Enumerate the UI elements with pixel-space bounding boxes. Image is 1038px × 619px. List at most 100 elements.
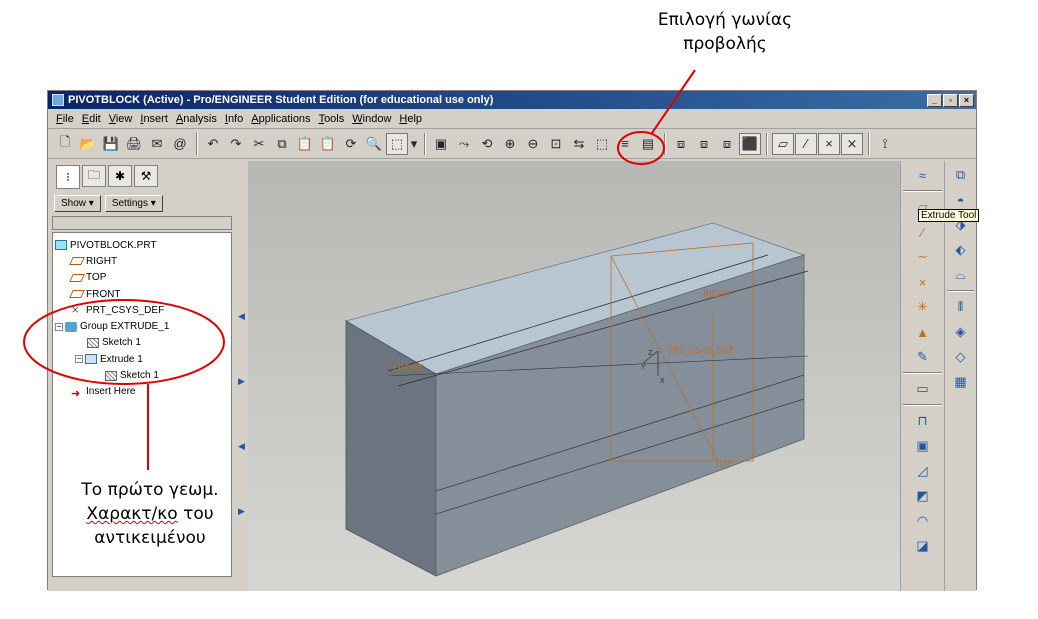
menu-insert[interactable]: Insert [136,113,172,125]
connections-tab-icon[interactable]: ⚒ [134,165,158,187]
menu-view[interactable]: View [105,113,137,125]
tree-item-insert-here[interactable]: ➜ Insert Here [53,384,231,400]
minimize-button[interactable]: _ [927,93,942,107]
copy-paste-tool-icon[interactable]: ▭ [911,378,935,400]
menu-applications[interactable]: Applications [247,113,314,125]
datum-axis-tool-icon[interactable]: ⁄ [911,221,935,243]
show-menu-button[interactable]: Show ▾ [54,195,101,212]
rib-tool-icon[interactable]: ◿ [911,460,935,482]
orient-mode-icon[interactable]: ⟲ [476,133,498,155]
hidden-line-icon[interactable]: ⧈ [693,133,715,155]
select-dropdown-icon[interactable]: ▾ [409,133,419,155]
datum-csys-tool-icon[interactable]: ✳ [911,296,935,318]
sketch-icon [87,337,99,348]
spin-center-icon[interactable]: ⤳ [453,133,475,155]
tree-item-sketch[interactable]: Sketch 1 [53,367,231,383]
sketched-curve-icon[interactable]: ≈ [911,164,935,186]
mirror-tool-icon[interactable]: ⫴ [949,296,973,318]
tree-item-extrude[interactable]: − Extrude 1 [53,351,231,367]
chamfer-tool-icon[interactable]: ◪ [911,535,935,557]
expand-right-icon[interactable]: ▶ [238,376,245,387]
menu-file[interactable]: File [52,113,78,125]
datum-label-top: TOP [713,460,733,470]
menu-edit[interactable]: Edit [78,113,105,125]
tree-item-group[interactable]: − Group EXTRUDE_1 [53,318,231,334]
new-file-icon[interactable]: 🗋 [54,133,76,155]
revolve-tool-icon[interactable]: ◓ [949,189,973,211]
menu-bar: File Edit View Insert Analysis Info Appl… [48,109,976,129]
cut-icon[interactable]: ✂ [248,133,270,155]
find-icon[interactable]: 🔍 [363,133,385,155]
undo-icon[interactable]: ↶ [202,133,224,155]
window-title: PIVOTBLOCK (Active) - Pro/ENGINEER Stude… [68,94,494,106]
folder-browser-tab-icon[interactable]: 🗀 [82,165,106,187]
layers-icon[interactable]: ≡ [614,133,636,155]
analysis-tool-icon[interactable]: ▲ [911,321,935,343]
open-file-icon[interactable]: 📂 [77,133,99,155]
regenerate-icon[interactable]: ⟳ [340,133,362,155]
tree-item-top[interactable]: TOP [53,270,231,286]
send-icon[interactable]: ✉ [146,133,168,155]
email-icon[interactable]: @ [169,133,191,155]
datum-planes-icon[interactable]: ▱ [772,132,794,155]
menu-info[interactable]: Info [221,113,247,125]
shaded-icon[interactable]: ⬛ [739,132,761,155]
boundary-tool-icon[interactable]: ⌓ [949,264,973,286]
annotation-bottom-word2: του [183,504,214,524]
close-button[interactable]: × [959,93,974,107]
tree-filter-bar[interactable] [52,216,232,230]
zoom-in-icon[interactable]: ⊕ [499,133,521,155]
tree-item-csys[interactable]: ⨯ PRT_CSYS_DEF [53,302,231,318]
collapse-icon[interactable]: − [75,355,83,364]
datum-point-tool-icon[interactable]: × [911,271,935,293]
menu-window[interactable]: Window [348,113,395,125]
model-tree-tab-icon[interactable]: ⁝ [56,165,80,189]
graphics-area[interactable]: RIGHT FRONT TOP PRT_CSYS_DEF Z Y X [248,161,900,591]
datum-plane-icon [69,290,85,299]
datum-curve-tool-icon[interactable]: ∼ [911,246,935,268]
refit-icon[interactable]: ⊡ [545,133,567,155]
paste-special-icon[interactable]: 📋 [317,133,339,155]
collapse-icon[interactable]: − [55,322,63,331]
shell-tool-icon[interactable]: ▣ [911,435,935,457]
tree-item-right[interactable]: RIGHT [53,253,231,269]
sketcher-tool-icon[interactable]: ✎ [911,346,935,368]
settings-menu-button[interactable]: Settings ▾ [104,195,163,212]
trim-tool-icon[interactable]: ◇ [949,346,973,368]
menu-tools[interactable]: Tools [315,113,349,125]
round-tool-icon[interactable]: ◠ [911,510,935,532]
collapse-left-icon[interactable]: ◀ [238,441,245,452]
menu-help[interactable]: Help [395,113,426,125]
repaint-icon[interactable]: ▣ [430,133,452,155]
saved-views-icon[interactable]: ⇆ [568,133,590,155]
menu-analysis[interactable]: Analysis [172,113,221,125]
tree-item-sketch[interactable]: Sketch 1 [53,335,231,351]
merge-tool-icon[interactable]: ◈ [949,321,973,343]
datum-points-icon[interactable]: × [818,132,840,155]
zoom-out-icon[interactable]: ⊖ [522,133,544,155]
print-icon[interactable]: 🖨 [123,133,145,155]
tree-item-front[interactable]: FRONT [53,286,231,302]
redo-icon[interactable]: ↷ [225,133,247,155]
maximize-button[interactable]: ▫ [943,93,958,107]
paste-icon[interactable]: 📋 [294,133,316,155]
select-box-icon[interactable]: ⬚ [386,132,408,155]
pattern-tool-icon[interactable]: ▦ [949,371,973,393]
draft-tool-icon[interactable]: ◩ [911,485,935,507]
blend-tool-icon[interactable]: ⬖ [949,239,973,261]
datum-axes-icon[interactable]: ⁄ [795,132,817,155]
copy-icon[interactable]: ⧉ [271,133,293,155]
whats-this-icon[interactable]: ⟟ [874,133,896,155]
wireframe-icon[interactable]: ⧈ [670,133,692,155]
feature-toolbar: ⧉ ◓ ⬗ ⬖ ⌓ ⫴ ◈ ◇ ▦ [944,161,976,591]
reorient-view-icon[interactable]: ⬚ [591,133,613,155]
tree-item-part[interactable]: PIVOTBLOCK.PRT [53,237,231,253]
extrude-tool-icon[interactable]: ⧉ [949,164,973,186]
hole-tool-icon[interactable]: ⊓ [911,410,935,432]
collapse-left-icon[interactable]: ◀ [238,311,245,322]
favorites-tab-icon[interactable]: ✱ [108,165,132,187]
csys-display-icon[interactable]: ⨯ [841,132,863,155]
save-icon[interactable]: 💾 [100,133,122,155]
view-manager-icon[interactable]: ▤ [637,133,659,155]
no-hidden-icon[interactable]: ⧈ [716,133,738,155]
